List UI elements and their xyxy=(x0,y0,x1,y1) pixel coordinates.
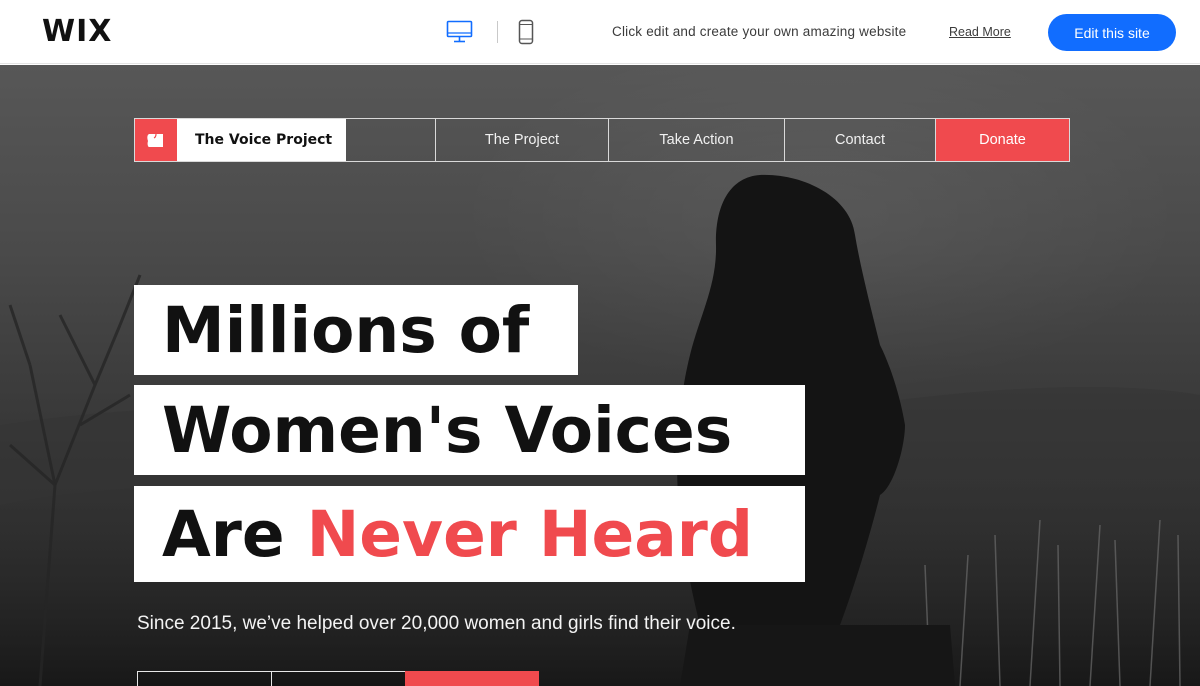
hero-subtext: Since 2015, we’ve helped over 20,000 wom… xyxy=(137,613,736,634)
nav-item-the-project[interactable]: The Project xyxy=(436,119,609,161)
donate-button[interactable]: Donate xyxy=(936,119,1069,161)
site-navigation: The Voice Project The Project Take Actio… xyxy=(134,118,1070,162)
read-more-link[interactable]: Read More xyxy=(949,25,1011,39)
device-separator xyxy=(497,21,498,43)
nav-spacer xyxy=(346,119,436,161)
edit-site-button[interactable]: Edit this site xyxy=(1048,14,1176,51)
headline-highlight: Never Heard xyxy=(306,497,753,571)
headline-text-3: Are xyxy=(162,497,285,571)
headline-line-1: Millions of xyxy=(134,285,578,375)
headline-text-1: Millions of xyxy=(162,293,530,367)
heart-icon xyxy=(135,119,177,161)
wix-top-bar: WIX Click edit and create your own amazi… xyxy=(0,0,1200,64)
promo-text: Click edit and create your own amazing w… xyxy=(612,24,907,39)
wix-logo[interactable]: WIX xyxy=(42,14,112,49)
hero-section: The Voice Project The Project Take Actio… xyxy=(0,65,1200,686)
headline-text-2: Women's Voices xyxy=(162,393,733,467)
device-switch xyxy=(446,18,534,46)
headline-line-3: Are Never Heard xyxy=(134,486,805,582)
nav-item-take-action[interactable]: Take Action xyxy=(609,119,785,161)
nav-item-contact[interactable]: Contact xyxy=(785,119,936,161)
hero-button-group xyxy=(137,671,539,686)
brand-name: The Voice Project xyxy=(195,132,333,148)
desktop-icon[interactable] xyxy=(446,20,473,44)
brand-logo[interactable]: The Voice Project xyxy=(135,119,346,161)
hero-button-1[interactable] xyxy=(137,671,271,686)
mobile-icon[interactable] xyxy=(518,19,534,45)
hero-button-3[interactable] xyxy=(405,671,539,686)
headline-line-2: Women's Voices xyxy=(134,385,805,475)
hero-button-2[interactable] xyxy=(271,671,405,686)
